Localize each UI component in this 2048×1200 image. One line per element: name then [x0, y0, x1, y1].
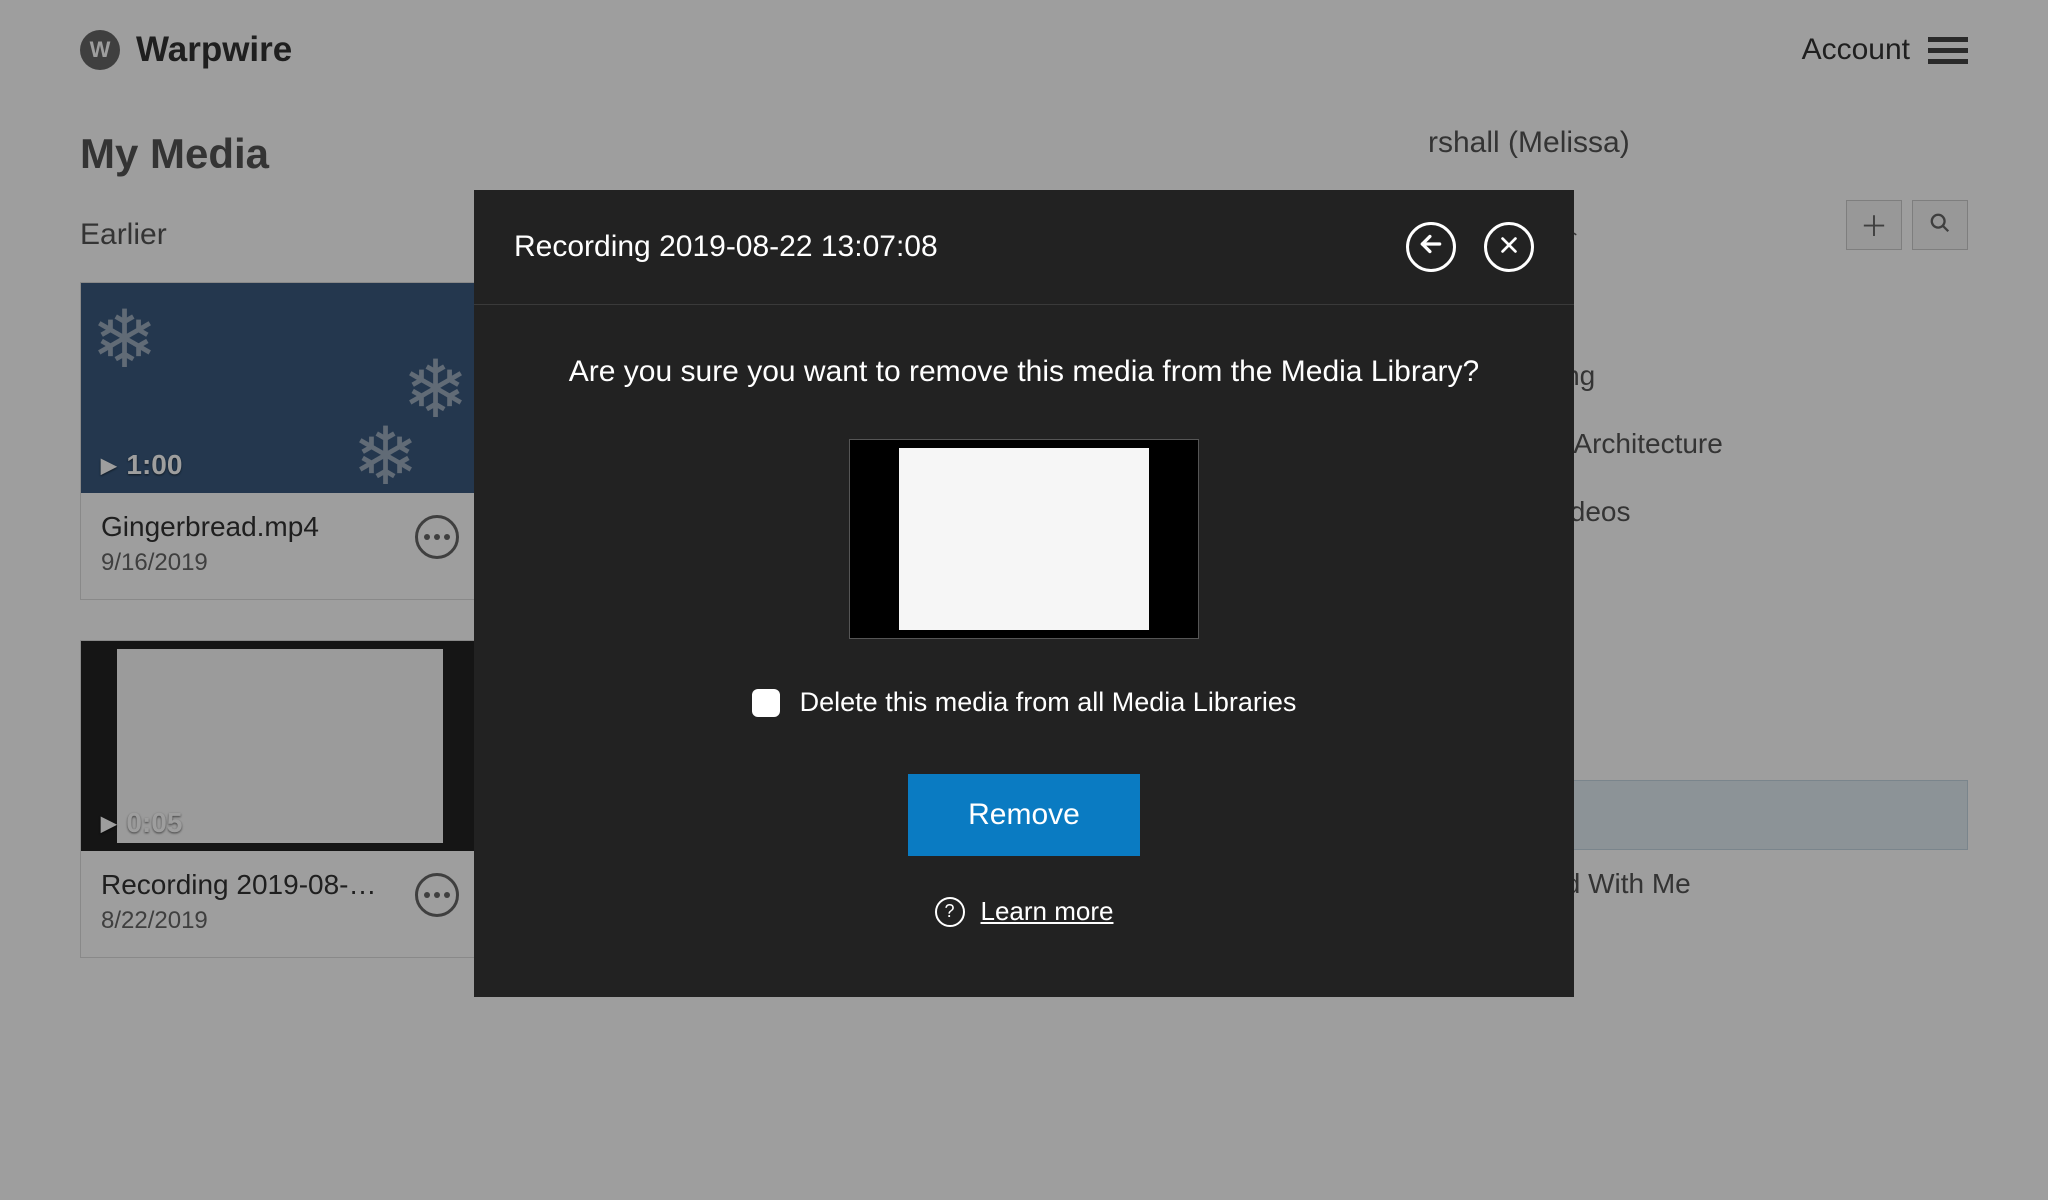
modal-header: Recording 2019-08-22 13:07:08 — [474, 190, 1574, 305]
modal-confirm-text: Are you sure you want to remove this med… — [569, 355, 1479, 389]
help-icon: ? — [935, 897, 965, 927]
delete-all-checkbox-row: Delete this media from all Media Librari… — [752, 687, 1297, 718]
close-icon — [1498, 232, 1520, 262]
modal-media-preview — [849, 439, 1199, 639]
remove-media-modal: Recording 2019-08-22 13:07:08 Are you su… — [474, 190, 1574, 997]
modal-title: Recording 2019-08-22 13:07:08 — [514, 230, 938, 264]
delete-all-checkbox-label: Delete this media from all Media Librari… — [800, 687, 1297, 718]
delete-all-checkbox[interactable] — [752, 689, 780, 717]
modal-back-button[interactable] — [1406, 222, 1456, 272]
learn-more-row: ? Learn more — [935, 896, 1114, 927]
modal-close-button[interactable] — [1484, 222, 1534, 272]
arrow-left-icon — [1418, 231, 1444, 263]
learn-more-link[interactable]: Learn more — [981, 896, 1114, 927]
remove-button[interactable]: Remove — [908, 774, 1140, 856]
modal-body: Are you sure you want to remove this med… — [474, 305, 1574, 997]
